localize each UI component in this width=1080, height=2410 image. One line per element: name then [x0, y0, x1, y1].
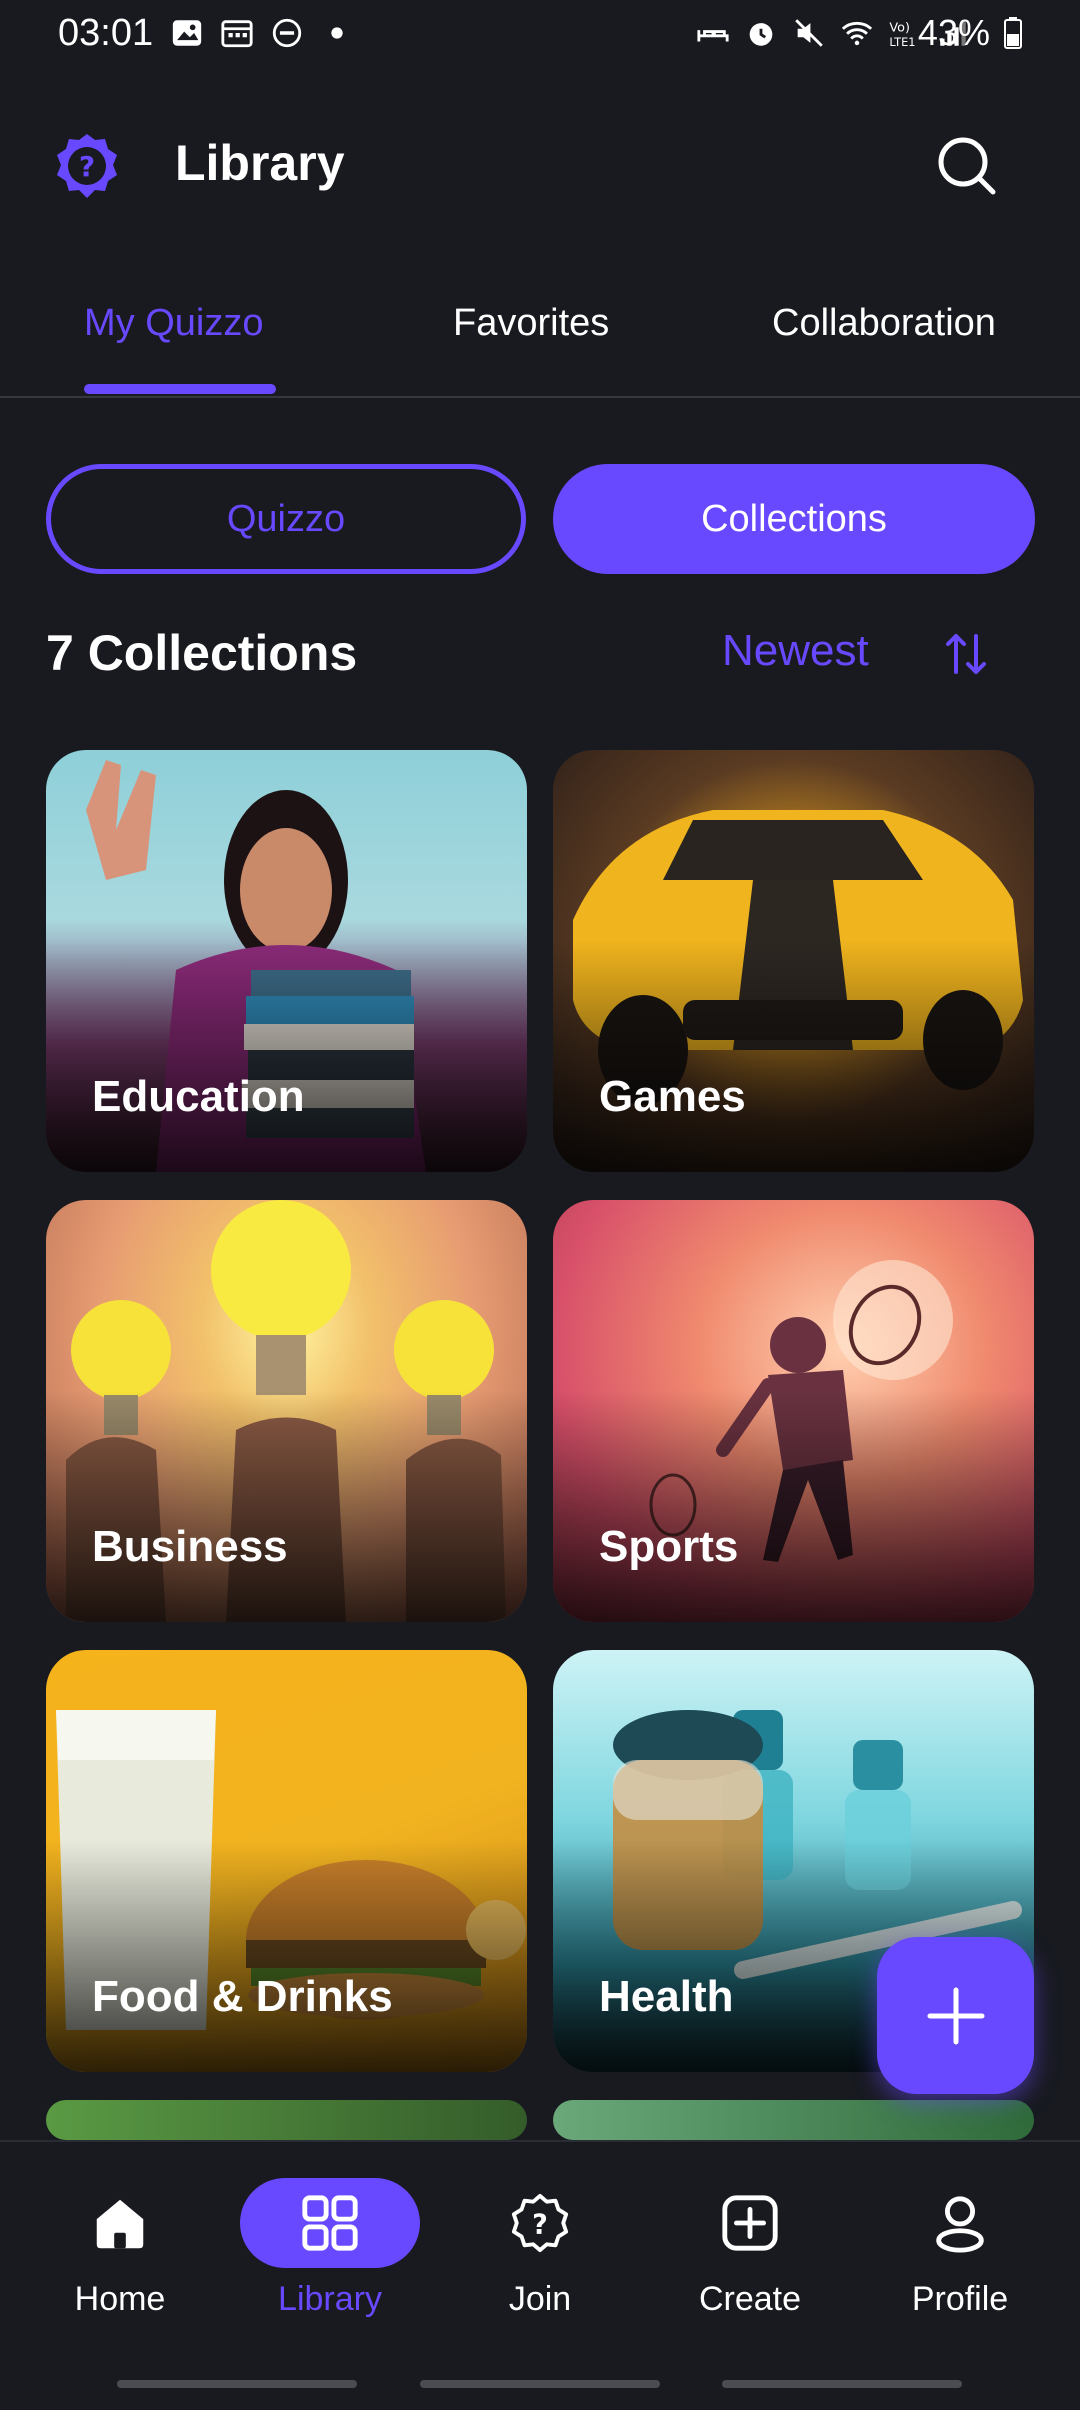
- sleep-mode-icon: [697, 30, 729, 42]
- collection-card-partial[interactable]: [553, 2100, 1034, 2140]
- calendar-icon: [221, 20, 253, 48]
- alarm-icon: [749, 23, 773, 46]
- library-tabs: My Quizzo Favorites Collaboration: [0, 290, 1080, 398]
- nav-join[interactable]: ? Join: [450, 2178, 630, 2319]
- svg-text:?: ?: [532, 2210, 548, 2241]
- system-nav-bar: [420, 2380, 660, 2388]
- collections-count: 7 Collections: [46, 625, 358, 681]
- dnd-icon: [272, 18, 302, 48]
- svg-text:LTE1: LTE1: [889, 35, 915, 49]
- tab-collaboration[interactable]: Collaboration: [772, 302, 996, 345]
- quizzo-logo-icon: ?: [57, 134, 117, 198]
- bottom-navigation: Home Library ? Join Create Profile: [0, 2140, 1080, 2410]
- collection-card-education[interactable]: Education: [46, 750, 527, 1172]
- collection-label: Sports: [599, 1522, 739, 1571]
- collections-toggle-button[interactable]: Collections: [553, 464, 1035, 574]
- collection-card-business[interactable]: Business: [46, 1200, 527, 1622]
- collection-label: Health: [599, 1972, 734, 2021]
- home-icon: [96, 2199, 144, 2249]
- battery-icon: [1004, 17, 1022, 49]
- battery-percent: 43%: [918, 12, 1022, 54]
- svg-text:?: ?: [79, 150, 95, 183]
- nav-create[interactable]: Create: [660, 2178, 840, 2319]
- app-header: ? Library: [0, 110, 1080, 220]
- add-collection-button[interactable]: [877, 1937, 1034, 2094]
- nav-library[interactable]: Library: [240, 2178, 420, 2319]
- sort-arrows-icon[interactable]: [944, 630, 988, 678]
- create-icon: [722, 2195, 778, 2251]
- tab-favorites[interactable]: Favorites: [453, 302, 609, 345]
- nav-profile[interactable]: Profile: [870, 2178, 1050, 2319]
- dot-icon: [331, 27, 343, 39]
- join-icon: ?: [511, 2193, 569, 2253]
- search-icon[interactable]: [935, 134, 999, 198]
- system-nav-bar: [722, 2380, 962, 2388]
- sort-button[interactable]: Newest: [722, 626, 869, 676]
- collection-card-games[interactable]: Games: [553, 750, 1034, 1172]
- active-tab-indicator: [84, 384, 276, 394]
- plus-icon: [927, 1987, 984, 2044]
- page-title: Library: [175, 135, 345, 191]
- collection-label: Education: [92, 1072, 305, 1121]
- status-bar: 03:01 Vo) LTE1 43%: [0, 0, 1080, 70]
- status-time: 03:01: [58, 12, 154, 54]
- gallery-icon: [172, 20, 202, 46]
- quizzo-toggle-button[interactable]: Quizzo: [46, 464, 526, 574]
- svg-text:Vo): Vo): [889, 21, 910, 36]
- mute-icon: [795, 19, 823, 47]
- collection-card-partial[interactable]: [46, 2100, 527, 2140]
- collection-label: Business: [92, 1522, 288, 1571]
- profile-icon: [936, 2196, 984, 2253]
- system-nav-bar: [117, 2380, 357, 2388]
- tab-my-quizzo[interactable]: My Quizzo: [84, 302, 263, 345]
- wifi-icon: [841, 21, 873, 46]
- nav-home[interactable]: Home: [30, 2178, 210, 2319]
- collection-label: Food & Drinks: [92, 1972, 393, 2021]
- collection-card-food-drinks[interactable]: Food & Drinks: [46, 1650, 527, 2072]
- collection-label: Games: [599, 1072, 746, 1121]
- grid-icon: [302, 2195, 358, 2251]
- volte-icon: Vo)LTE1: [889, 21, 915, 49]
- collection-card-sports[interactable]: Sports: [553, 1200, 1034, 1622]
